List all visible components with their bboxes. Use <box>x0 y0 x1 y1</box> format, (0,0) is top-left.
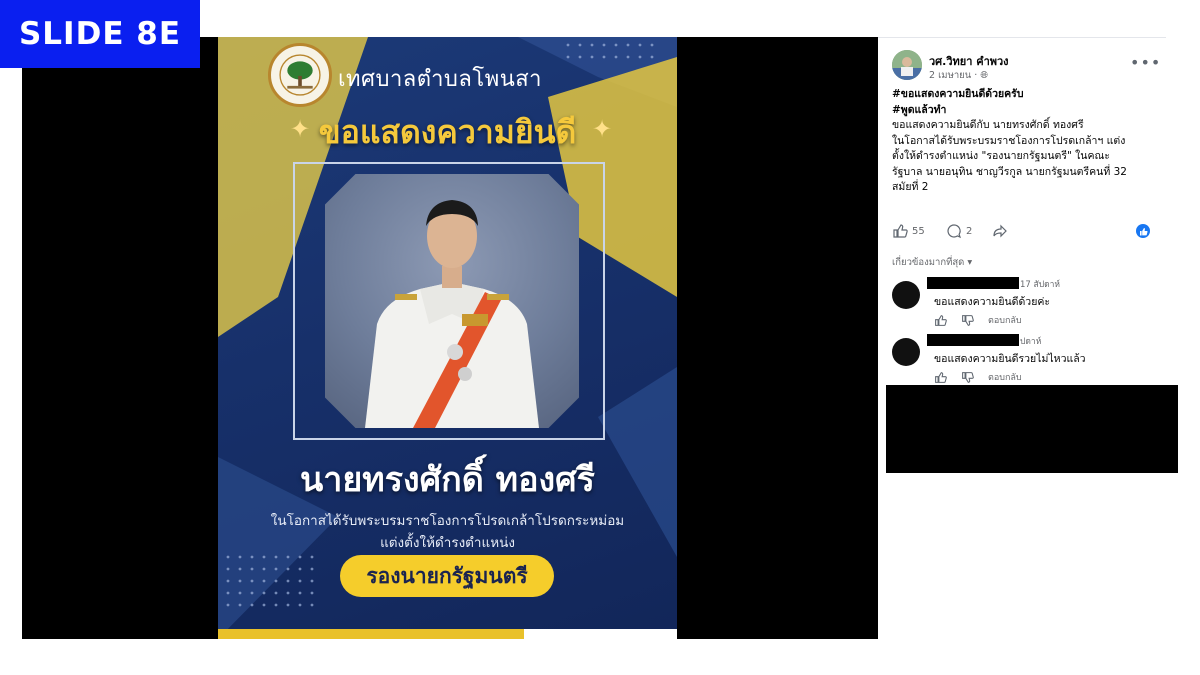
reply-link[interactable]: ตอบกลับ <box>988 370 1022 384</box>
thumbs-down-icon[interactable] <box>961 371 974 384</box>
poster-position-badge: รองนายกรัฐมนตรี <box>340 555 554 597</box>
more-options-icon[interactable]: ••• <box>1130 53 1161 72</box>
thumbs-up-icon[interactable] <box>934 371 947 384</box>
post-text-line: ในโอกาสได้รับพระบรมราชโองการโปรดเกล้าฯ แ… <box>892 134 1126 147</box>
comment-text: ขอแสดงความยินดีด้วยค่ะ <box>934 296 1051 308</box>
reply-link[interactable]: ตอบกลับ <box>988 313 1022 327</box>
occasion-line-2: แต่งตั้งให้ดำรงตำแหน่ง <box>380 535 515 551</box>
comment-actions: ตอบกลับ <box>934 370 1022 384</box>
post-text-line: สมัยที่ 2 <box>892 181 929 193</box>
chevron-down-icon: ▾ <box>967 257 973 268</box>
comment-time[interactable]: ปดาห์ <box>1020 334 1041 348</box>
hashtag-link[interactable]: #ขอแสดงความยินดีด้วยครับ <box>892 87 1164 103</box>
municipality-logo <box>268 43 332 107</box>
facebook-post-panel: วศ.วิทยา คำพวง 2 เมษายน · 🌐︎ ••• #ขอแสดง… <box>878 37 1180 639</box>
poster-occasion: ในโอกาสได้รับพระบรมราชโองการโปรดเกล้าโปร… <box>218 510 677 554</box>
hashtag-link[interactable]: #พูดแล้วทำ <box>892 103 1164 119</box>
media-viewer: เทศบาลตำบลโพนสา ✦ ขอแสดงความยินดี ✦ นายท… <box>22 37 878 639</box>
sparkle-icon: ✦ <box>592 115 613 143</box>
thumbs-down-icon[interactable] <box>961 314 974 327</box>
slide-label: SLIDE 8E <box>0 0 200 68</box>
comment-count: 2 <box>966 225 973 237</box>
poster-image: เทศบาลตำบลโพนสา ✦ ขอแสดงความยินดี ✦ นายท… <box>218 37 677 639</box>
comment-time[interactable]: 17 สัปดาห์ <box>1020 277 1060 291</box>
thumbs-up-icon[interactable] <box>934 314 947 327</box>
commenter-name-redacted <box>927 277 1019 289</box>
occasion-line-1: ในโอกาสได้รับพระบรมราชโองการโปรดเกล้าโปร… <box>270 513 625 529</box>
globe-icon: 🌐︎ <box>980 70 988 81</box>
post-date[interactable]: 2 เมษายน <box>929 70 971 81</box>
like-button[interactable]: 55 <box>892 223 925 239</box>
share-icon <box>993 224 1007 238</box>
comment-icon <box>947 224 961 239</box>
post-meta: 2 เมษายน · 🌐︎ <box>929 70 988 81</box>
comment-sort-dropdown[interactable]: เกี่ยวข้องมากที่สุด ▾ <box>892 255 972 270</box>
post-actions: 55 2 <box>892 223 1164 241</box>
poster-footer-strip <box>524 629 677 639</box>
comment-item: ปดาห์ ขอแสดงความยินดีรวยไม่ไหวแล้ว ตอบกล… <box>892 334 1172 388</box>
post-text-line: รัฐบาล นายอนุทิน ชาญวีรกูล นายกรัฐมนตรีค… <box>892 165 1127 178</box>
post-text-line: ตั้งให้ดำรงตำแหน่ง "รองนายกรัฐมนตรี" ในค… <box>892 150 1110 162</box>
like-count: 55 <box>912 225 925 237</box>
commenter-name-redacted <box>927 334 1019 346</box>
comment-text: ขอแสดงความยินดีรวยไม่ไหวแล้ว <box>934 353 1086 365</box>
redaction-block <box>886 385 1178 473</box>
poster-person-name: นายทรงศักดิ์ ทองศรี <box>300 460 595 500</box>
thumbs-up-icon <box>893 224 908 238</box>
sort-label: เกี่ยวข้องมากที่สุด <box>892 257 965 268</box>
comment-actions: ตอบกลับ <box>934 313 1022 327</box>
portrait-photo <box>325 174 579 428</box>
poster-footer-bar <box>218 629 524 639</box>
commenter-avatar-redacted <box>892 338 920 366</box>
like-reaction-icon[interactable] <box>1136 224 1150 238</box>
comment-item: 17 สัปดาห์ ขอแสดงความยินดีด้วยค่ะ ตอบกลั… <box>892 277 1172 331</box>
post-body: #ขอแสดงความยินดีด้วยครับ #พูดแล้วทำ ขอแส… <box>892 87 1164 196</box>
comment-button[interactable]: 2 <box>946 223 972 239</box>
post-text-line: ขอแสดงความยินดีกับ นายทรงศักดิ์ ทองศรี <box>892 119 1084 131</box>
author-avatar[interactable] <box>892 50 922 80</box>
poster-org-name: เทศบาลตำบลโพนสา <box>338 67 543 92</box>
share-button[interactable] <box>992 223 1008 239</box>
divider <box>878 37 1166 38</box>
commenter-avatar-redacted <box>892 281 920 309</box>
